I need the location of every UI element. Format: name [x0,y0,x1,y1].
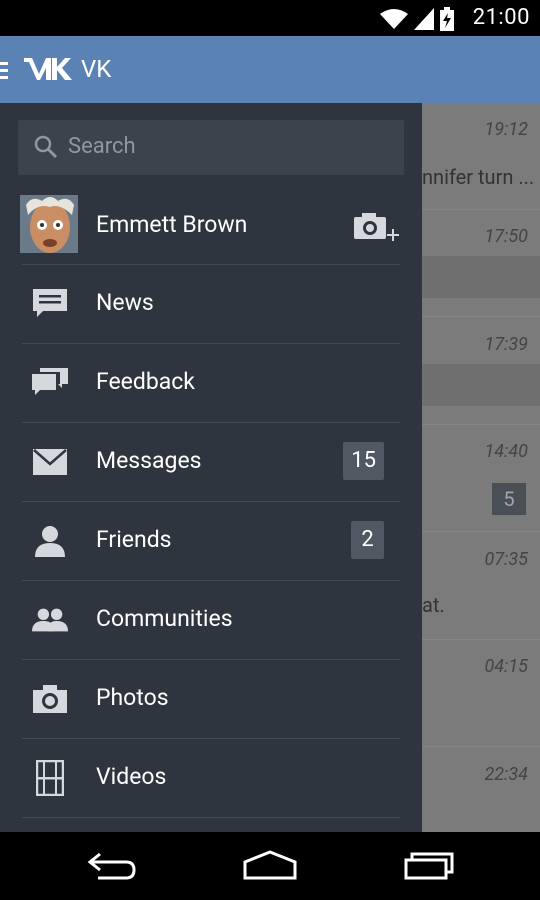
message-highlight [422,364,540,406]
avatar [20,195,78,253]
message-row[interactable]: 04:15 [422,640,540,747]
drawer-item-messages[interactable]: Messages 15 [0,422,422,501]
message-row[interactable]: 17:39 [422,318,540,425]
vk-logo-icon[interactable] [24,56,72,82]
unread-badge: 5 [492,483,526,515]
message-time: 22:34 [484,764,528,785]
message-list: 19:12 nnifer turn ... 17:50 17:39 14:40 … [422,103,540,832]
friends-icon [35,526,65,557]
message-time: 04:15 [484,656,528,677]
drawer-item-label: Feedback [96,368,195,395]
status-icons [380,7,454,31]
search-placeholder: Search [68,134,136,159]
photos-icon [33,685,67,713]
search-icon [34,135,58,159]
menu-icon[interactable] [0,60,10,80]
drawer-item-news[interactable]: News [0,264,422,343]
feedback-icon [32,368,68,395]
message-snippet: at. [422,593,445,617]
message-snippet: nnifer turn ... [422,165,535,189]
news-icon [33,289,67,317]
message-row[interactable]: 14:40 5 [422,425,540,532]
app-bar: VK [0,36,540,103]
message-row[interactable]: 07:35 at. [422,533,540,640]
drawer-item-photos[interactable]: Photos [0,659,422,738]
message-time: 17:39 [484,334,528,355]
message-time: 07:35 [484,549,528,570]
home-icon[interactable] [243,850,297,882]
message-row[interactable]: 22:34 [422,748,540,832]
message-time: 14:40 [484,441,528,462]
drawer-item-label: Communities [96,605,233,632]
message-highlight [422,256,540,298]
status-time: 21:00 [472,5,530,30]
search-input[interactable]: Search [18,120,404,175]
drawer-item-communities[interactable]: Communities [0,580,422,659]
message-row[interactable]: 17:50 [422,210,540,317]
status-bar: 21:00 [0,0,540,36]
signal-icon [414,8,434,30]
profile-item[interactable]: Emmett Brown [0,189,422,264]
camera-add-icon[interactable] [352,209,402,249]
drawer-item-label: Friends [96,526,172,553]
recents-icon[interactable] [404,850,454,882]
message-time: 19:12 [484,119,528,140]
drawer-item-friends[interactable]: Friends 2 [0,501,422,580]
drawer-item-label: Messages [96,447,202,474]
battery-charging-icon [440,7,454,31]
drawer-item-label: Videos [96,763,167,790]
wifi-icon [380,9,408,29]
divider [22,817,400,818]
app-title: VK [81,55,112,83]
messages-icon [33,449,67,475]
drawer-item-label: News [96,289,154,316]
messages-count-badge: 15 [343,442,384,480]
drawer-item-videos[interactable]: Videos [0,738,422,817]
drawer-item-feedback[interactable]: Feedback [0,343,422,422]
profile-name: Emmett Brown [96,211,248,238]
back-icon[interactable] [86,850,138,882]
avatar-portrait [20,195,78,253]
drawer-item-label: Photos [96,684,169,711]
friends-count-badge: 2 [351,521,384,559]
message-row[interactable]: 19:12 nnifer turn ... [422,103,540,210]
navigation-drawer: Search Emmett Brown News Feedback Messag… [0,103,422,832]
message-time: 17:50 [484,226,528,247]
communities-icon [32,608,68,632]
videos-icon [36,760,64,796]
system-nav-bar [0,832,540,900]
